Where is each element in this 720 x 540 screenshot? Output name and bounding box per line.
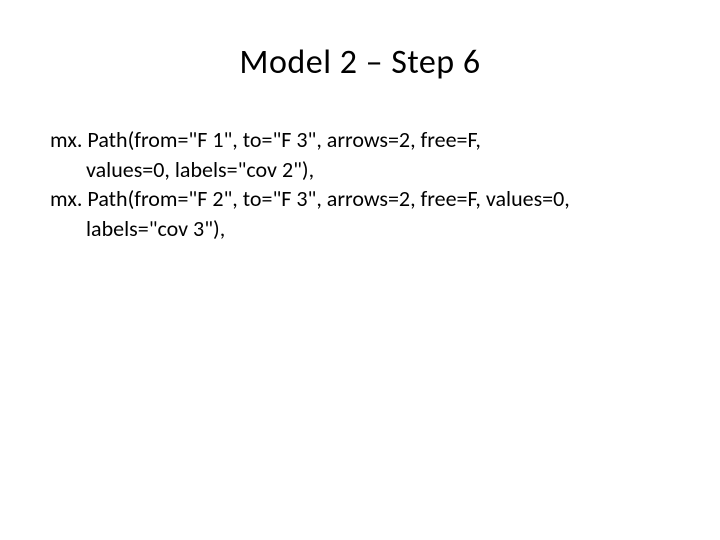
code-line-3: mx. Path(from="F 2", to="F 3", arrows=2,… <box>50 184 670 214</box>
code-line-4: labels="cov 3"), <box>50 214 670 244</box>
slide-content: mx. Path(from="F 1", to="F 3", arrows=2,… <box>50 125 670 244</box>
code-line-1: mx. Path(from="F 1", to="F 3", arrows=2,… <box>50 125 670 155</box>
slide-title: Model 2 – Step 6 <box>50 42 670 83</box>
code-line-2: values=0, labels="cov 2"), <box>50 155 670 185</box>
slide-container: Model 2 – Step 6 mx. Path(from="F 1", to… <box>0 0 720 540</box>
